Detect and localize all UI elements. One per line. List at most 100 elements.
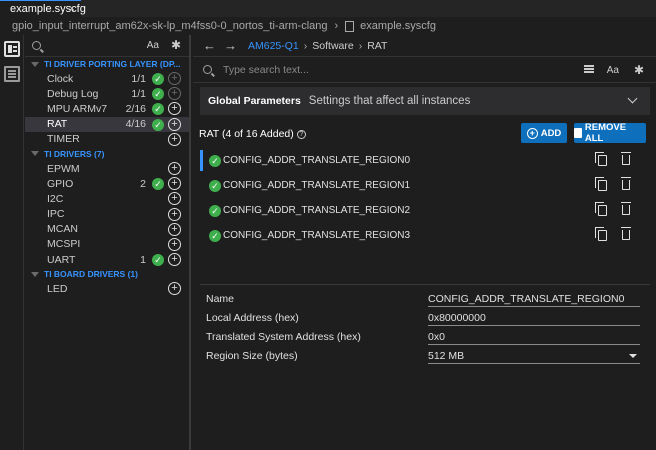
regex-icon[interactable]: ✱ — [171, 38, 181, 52]
property-input[interactable]: CONFIG_ADDR_TRANSLATE_REGION0 — [428, 293, 640, 307]
remove-all-icon — [574, 128, 582, 138]
region-name: CONFIG_ADDR_TRANSLATE_REGION0 — [223, 155, 411, 166]
sidebar-item-mcan[interactable]: MCAN + — [25, 222, 189, 237]
region-name: CONFIG_ADDR_TRANSLATE_REGION1 — [223, 180, 411, 191]
sidebar-item-led[interactable]: LED + — [25, 281, 189, 296]
sidebar-item-label: IPC — [47, 208, 65, 221]
property-input[interactable]: 0x0 — [428, 331, 640, 345]
match-case-icon[interactable]: Aa — [607, 65, 619, 76]
property-row: Region Size (bytes) 512 MB — [206, 346, 651, 365]
sidebar-item-gpio[interactable]: GPIO 2 ✓ + — [25, 176, 189, 191]
editor-tab-bar: example.syscfg × — [0, 0, 656, 17]
region-row[interactable]: ✓ CONFIG_ADDR_TRANSLATE_REGION1 — [200, 173, 650, 198]
breadcrumb-file[interactable]: example.syscfg — [360, 20, 436, 32]
add-instance-icon[interactable]: + — [168, 282, 181, 296]
copy-icon[interactable] — [595, 177, 607, 191]
copy-icon[interactable] — [595, 202, 607, 216]
property-input[interactable]: 0x80000000 — [428, 312, 640, 326]
region-name: CONFIG_ADDR_TRANSLATE_REGION2 — [223, 205, 411, 216]
global-parameters-title: Global Parameters — [208, 95, 301, 107]
sidebar-item-label: Clock — [47, 72, 74, 85]
property-row: Local Address (hex) 0x80000000 — [206, 308, 651, 327]
search-input[interactable]: Type search text... — [223, 64, 309, 76]
check-icon: ✓ — [152, 88, 164, 101]
add-instance-icon[interactable]: + — [168, 222, 181, 236]
remove-all-button[interactable]: REMOVE ALL — [574, 122, 646, 144]
trash-icon[interactable] — [621, 202, 631, 215]
group-header[interactable]: TI BOARD DRIVERS (1) — [25, 267, 189, 281]
back-arrow-icon[interactable]: ← — [203, 38, 216, 53]
chevron-right-icon: › — [303, 39, 308, 52]
config-search-bar[interactable]: Type search text... Aa ✱ — [193, 57, 656, 83]
add-instance-icon[interactable]: + — [168, 132, 181, 146]
property-row: Name CONFIG_ADDR_TRANSLATE_REGION0 — [206, 289, 651, 308]
generated-files-icon[interactable] — [4, 66, 20, 82]
sidebar-item-label: MPU ARMv7 — [47, 102, 108, 115]
chevron-right-icon: › — [334, 20, 339, 32]
group-label: TI DRIVERS (7) — [44, 148, 105, 159]
divider — [200, 284, 650, 285]
forward-arrow-icon[interactable]: → — [224, 38, 237, 53]
region-row[interactable]: ✓ CONFIG_ADDR_TRANSLATE_REGION0 — [200, 148, 650, 173]
property-label: Translated System Address (hex) — [206, 331, 361, 343]
trash-icon[interactable] — [621, 177, 631, 190]
sidebar-item-label: GPIO — [47, 177, 74, 190]
add-instance-icon[interactable]: + — [168, 253, 181, 267]
add-icon: + — [526, 127, 538, 139]
add-instance-icon[interactable]: + — [168, 161, 181, 175]
property-label: Local Address (hex) — [206, 312, 299, 324]
sidebar-item-uart[interactable]: UART 1 ✓ + — [25, 252, 189, 267]
add-button-label: ADD — [540, 127, 562, 139]
sidebar-search[interactable]: Aa ✱ — [25, 35, 189, 57]
check-icon: ✓ — [209, 204, 221, 217]
sidebar-item-mcspi[interactable]: MCSPI + — [25, 237, 189, 252]
trash-icon[interactable] — [621, 227, 631, 240]
add-instance-icon[interactable]: + — [168, 237, 181, 251]
regex-icon[interactable]: ✱ — [634, 63, 644, 77]
editor-tab[interactable]: example.syscfg × — [0, 0, 86, 17]
group-header[interactable]: TI DRIVERS (7) — [25, 147, 189, 161]
crumb-software[interactable]: Software — [312, 40, 353, 52]
group-label: TI DRIVER PORTING LAYER (DP... — [44, 59, 181, 69]
close-icon[interactable]: × — [69, 3, 75, 15]
rat-heading: RAT (4 of 16 Added) ? — [199, 128, 306, 140]
region-row[interactable]: ✓ CONFIG_ADDR_TRANSLATE_REGION3 — [200, 223, 650, 248]
add-instance-icon[interactable]: + — [168, 117, 181, 131]
add-instance-icon[interactable]: + — [168, 192, 181, 206]
region-list: ✓ CONFIG_ADDR_TRANSLATE_REGION0 ✓ CONFIG_AD… — [200, 148, 650, 248]
sidebar-item-epwm[interactable]: EPWM + — [25, 161, 189, 176]
sidebar-item-rat[interactable]: RAT 4/16 ✓ + — [25, 116, 189, 132]
global-parameters-panel[interactable]: Global Parameters Settings that affect a… — [200, 87, 650, 115]
add-instance-icon[interactable]: + — [168, 177, 181, 191]
copy-icon[interactable] — [595, 227, 607, 241]
group-header[interactable]: TI DRIVER PORTING LAYER (DP... — [25, 57, 189, 71]
add-instance-icon[interactable]: + — [168, 102, 181, 116]
copy-icon[interactable] — [595, 152, 607, 166]
add-instance-icon: + — [168, 72, 181, 85]
region-size-select[interactable]: 512 MB — [428, 350, 640, 364]
region-row[interactable]: ✓ CONFIG_ADDR_TRANSLATE_REGION2 — [200, 198, 650, 223]
sidebar-item-debug-log[interactable]: Debug Log 1/1 ✓ + — [25, 86, 189, 101]
list-view-icon[interactable] — [584, 65, 594, 67]
sidebar-item-ipc[interactable]: IPC + — [25, 207, 189, 222]
main-panel: ← → AM625-Q1 › Software › RAT Type searc… — [193, 35, 656, 450]
instance-count: 1 — [140, 253, 146, 266]
dropdown-arrow-icon[interactable] — [629, 354, 637, 358]
add-instance-icon[interactable]: + — [168, 207, 181, 221]
sidebar-item-mpu-armv7[interactable]: MPU ARMv7 2/16 ✓ + — [25, 101, 189, 116]
property-label: Name — [206, 293, 235, 305]
help-icon[interactable]: ? — [296, 129, 306, 139]
add-button[interactable]: + ADD — [521, 123, 567, 143]
breadcrumb: gpio_input_interrupt_am62x-sk-lp_m4fss0-… — [0, 17, 656, 35]
sidebar-item-i2c[interactable]: I2C + — [25, 191, 189, 206]
device-link[interactable]: AM625-Q1 — [248, 40, 299, 52]
search-icon — [32, 41, 41, 50]
chevron-down-icon[interactable] — [627, 93, 638, 104]
sidebar-item-timer[interactable]: TIMER + — [25, 132, 189, 147]
configuration-view-icon[interactable] — [4, 41, 20, 57]
breadcrumb-project[interactable]: gpio_input_interrupt_am62x-sk-lp_m4fss0-… — [12, 20, 328, 32]
match-case-icon[interactable]: Aa — [147, 40, 159, 51]
sidebar-item-clock[interactable]: Clock 1/1 ✓ + — [25, 71, 189, 86]
sidebar-groups: TI DRIVER PORTING LAYER (DP... Clock 1/1 ✓ +… — [25, 57, 189, 296]
trash-icon[interactable] — [621, 152, 631, 165]
